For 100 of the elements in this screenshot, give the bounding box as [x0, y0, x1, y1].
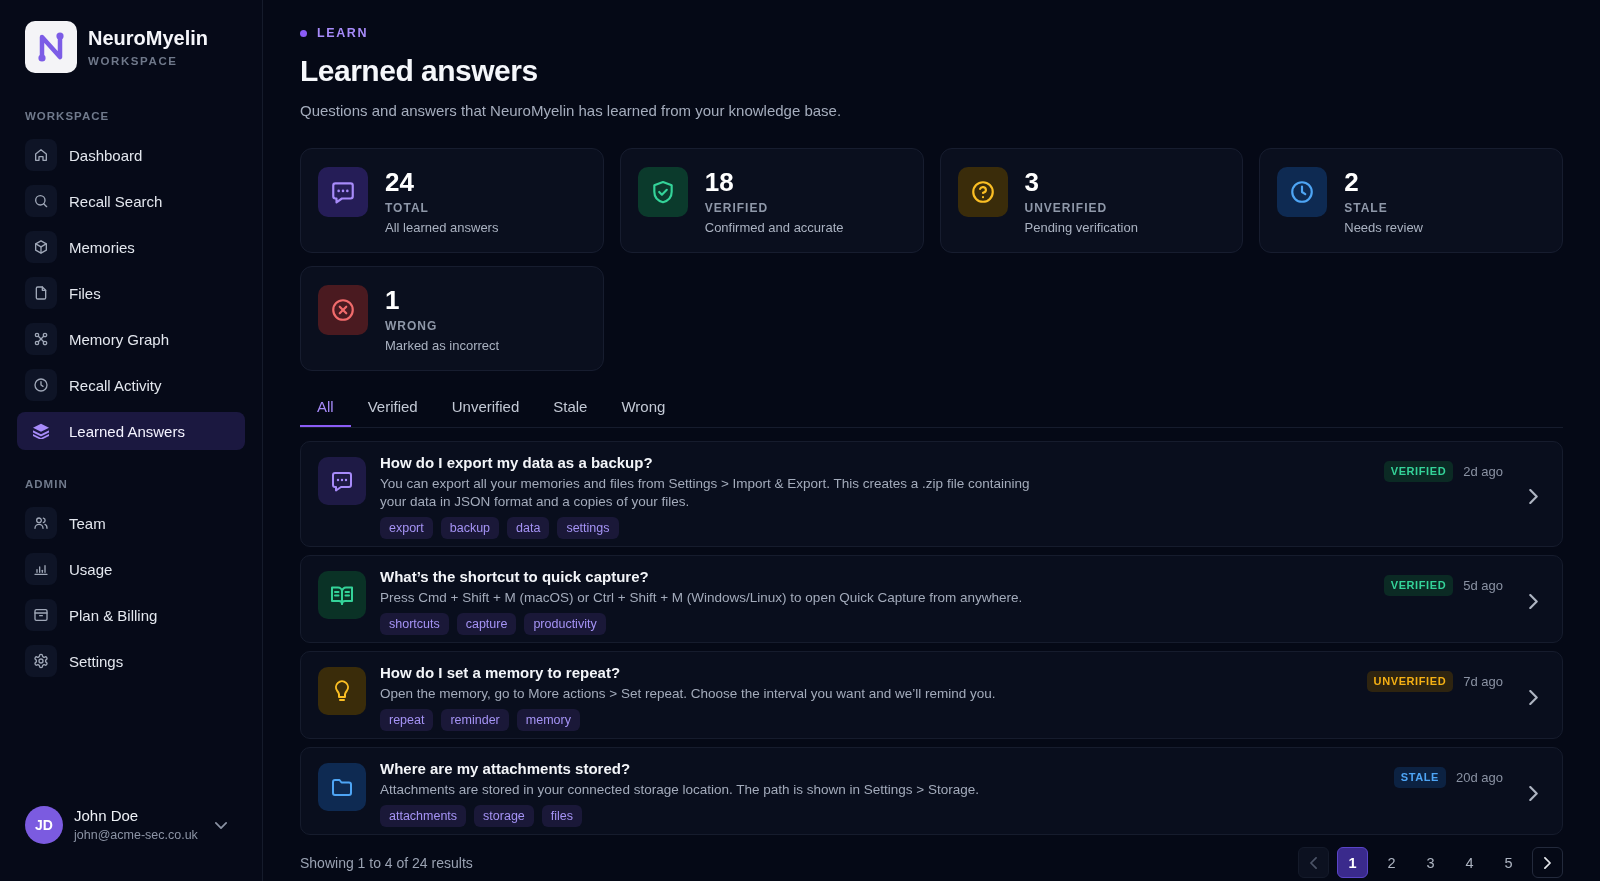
status-badge: UNVERIFIED: [1366, 671, 1454, 692]
timestamp: 2d ago: [1463, 463, 1503, 480]
chevron-left-icon: [1310, 856, 1317, 869]
status-badge: VERIFIED: [1383, 461, 1454, 482]
user-email: john@acme-sec.co.uk: [74, 828, 198, 843]
nav-item[interactable]: Memories: [17, 228, 245, 266]
graph-nodes-icon: [25, 323, 57, 355]
nav-item[interactable]: Team: [17, 504, 245, 542]
chat-bubble-icon: [318, 167, 368, 217]
nav-item[interactable]: Settings: [17, 642, 245, 680]
tag[interactable]: memory: [516, 709, 580, 731]
stat-label: STALE: [1344, 200, 1388, 216]
stat-value: 24: [385, 167, 414, 197]
results-summary: Showing 1 to 4 of 24 results: [300, 853, 473, 872]
tag[interactable]: data: [507, 517, 550, 539]
question-title: What’s the shortcut to quick capture?: [380, 567, 650, 587]
nav-section-label: WORKSPACE: [24, 109, 111, 123]
layers-icon: [33, 423, 49, 439]
stat-value: 3: [1024, 167, 1039, 197]
tag[interactable]: reminder: [441, 709, 509, 731]
chevron-right-icon: [1529, 785, 1538, 801]
answer-card[interactable]: How do I set a memory to repeat? Open the memory, go to More actions > Set repeat. Choose the interval you want and we’ll remind you. repeat reminder memory UNVERIFIED 7d ago: [300, 651, 1563, 739]
filter-tab[interactable]: Verified: [350, 388, 435, 427]
page-button[interactable]: 5: [1493, 847, 1524, 878]
page-button[interactable]: 3: [1415, 847, 1446, 878]
status-badge: STALE: [1393, 767, 1446, 788]
answer-card[interactable]: [300, 441, 1563, 547]
nav-item[interactable]: Recall Activity: [17, 366, 245, 404]
question-title: How do I export my data as a backup?: [380, 453, 654, 473]
answer-text: Attachments are stored in your connected storage location. The path is shown in Settings > Storage.: [380, 781, 980, 799]
nav-item[interactable]: Dashboard: [17, 136, 245, 174]
stat-label: TOTAL: [385, 200, 429, 216]
stat-value: 18: [704, 167, 734, 197]
question-title: Where are my attachments stored?: [380, 759, 632, 779]
tag[interactable]: files: [541, 805, 583, 827]
tag[interactable]: capture: [456, 613, 517, 635]
filter-tab[interactable]: Stale: [536, 388, 605, 427]
stat-description: Pending verification: [1024, 219, 1138, 236]
chevron-right-icon: [1544, 856, 1551, 869]
nav-item[interactable]: Recall Search: [17, 182, 245, 220]
tag[interactable]: backup: [440, 517, 500, 539]
stat-label: VERIFIED: [704, 200, 769, 216]
chevron-down-icon[interactable]: [215, 821, 227, 829]
question-title: How do I set a memory to repeat?: [380, 663, 622, 683]
settings-icon: [25, 645, 57, 677]
stat-description: All learned answers: [385, 219, 499, 236]
filter-tab[interactable]: All: [300, 388, 351, 427]
clock-icon: [25, 369, 57, 401]
tag[interactable]: storage: [474, 805, 534, 827]
brand-subtitle: WORKSPACE: [88, 54, 179, 68]
timestamp: 20d ago: [1456, 769, 1503, 786]
stat-description: Marked as incorrect: [385, 337, 500, 354]
tag[interactable]: repeat: [380, 709, 434, 731]
nav-item[interactable]: Usage: [17, 550, 245, 588]
chevron-right-icon: [1529, 593, 1538, 609]
tag[interactable]: attachments: [380, 805, 467, 827]
clock-icon: [1277, 167, 1328, 217]
card-icon: [25, 599, 57, 631]
answer-card[interactable]: Where are my attachments stored? Attachments are stored in your connected storage location. The path is shown in Settings > Storage. attachments storage files STALE 20d ago: [300, 747, 1563, 835]
stat-label: UNVERIFIED: [1024, 200, 1108, 216]
user-name: John Doe: [74, 807, 140, 825]
users-icon: [25, 507, 57, 539]
filter-tab[interactable]: Wrong: [604, 388, 683, 427]
timestamp: 5d ago: [1463, 577, 1503, 594]
stat-value: 1: [385, 285, 400, 315]
tag[interactable]: productivity: [524, 613, 606, 635]
logo-icon: [25, 21, 77, 73]
eyebrow-label: LEARN: [317, 26, 369, 40]
page-button[interactable]: 4: [1454, 847, 1485, 878]
home-icon: [25, 139, 57, 171]
search-icon: [25, 185, 57, 217]
user-avatar: JD: [25, 806, 63, 844]
nav-item[interactable]: Plan & Billing: [17, 596, 245, 634]
next-page-button[interactable]: [1532, 847, 1563, 878]
tag[interactable]: shortcuts: [380, 613, 449, 635]
lightbulb-icon: [318, 667, 366, 715]
shield-check-icon: [637, 167, 688, 217]
page-title: Learned answers: [300, 53, 538, 89]
chevron-right-icon: [1529, 689, 1538, 705]
nav-item[interactable]: Memory Graph: [17, 320, 245, 358]
filter-tab[interactable]: Unverified: [434, 388, 537, 427]
stat-value: 2: [1344, 167, 1359, 197]
folder-icon: [318, 763, 366, 811]
page-subtitle: Questions and answers that NeuroMyelin has learned from your knowledge base.: [300, 101, 842, 121]
page-button[interactable]: 1: [1337, 847, 1368, 878]
stat-description: Needs review: [1344, 219, 1423, 236]
open-book-icon: [318, 571, 366, 619]
tag[interactable]: settings: [557, 517, 619, 539]
cube-icon: [25, 231, 57, 263]
stat-label: WRONG: [385, 318, 438, 334]
nav-item[interactable]: Learned Answers: [17, 412, 245, 450]
page-button[interactable]: 2: [1376, 847, 1407, 878]
dot-icon: [300, 29, 307, 37]
tag[interactable]: export: [380, 517, 433, 539]
nav-item[interactable]: Files: [17, 274, 245, 312]
timestamp: 7d ago: [1463, 673, 1503, 690]
status-badge: VERIFIED: [1383, 575, 1454, 596]
answer-card[interactable]: What’s the shortcut to quick capture? Press Cmd + Shift + M (macOS) or Ctrl + Shift + M (Windows/Linux) to open Quick Capture from anywhere. shortcuts capture productivity VERIFIED 5d ago: [300, 555, 1563, 643]
answer-text: You can export all your memories and files from Settings > Import & Export. This creates a .zip file containing your data in JSON format and a copies of your files.: [380, 475, 1031, 511]
nav-section-label: ADMIN: [24, 477, 69, 491]
